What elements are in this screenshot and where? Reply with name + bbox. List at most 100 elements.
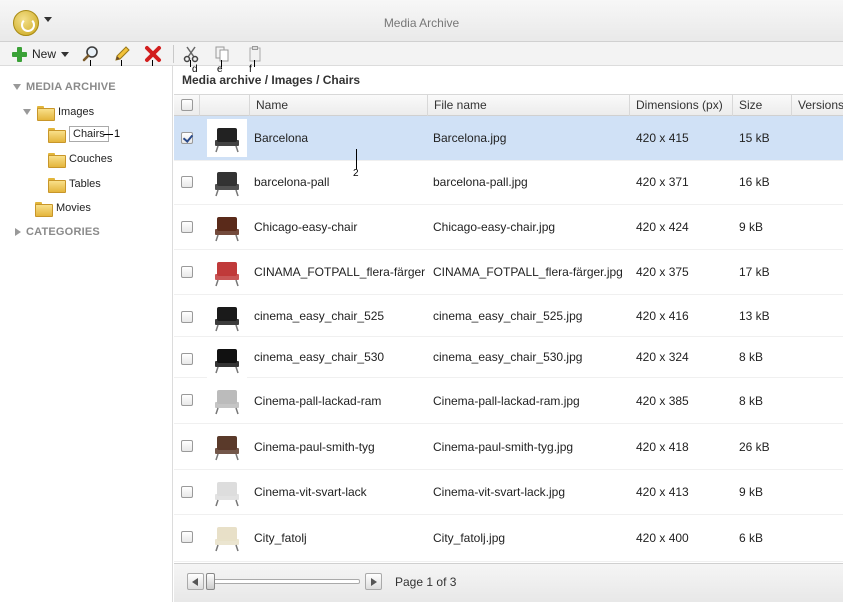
table-row[interactable]: barcelona-pall barcelona-pall.jpg 420 x 37… xyxy=(174,160,843,205)
row-checkbox[interactable] xyxy=(181,266,193,278)
table-row[interactable]: cinema_easy_chair_530 cinema_easy_chair_5… xyxy=(174,337,843,378)
table-row[interactable]: Cinema-vit-svart-lack Cinema-vit-svart-la… xyxy=(174,470,843,515)
page-total: 3 xyxy=(449,575,457,589)
table-row[interactable]: Cinema-pall-lackad-ram Cinema-pall-lackad… xyxy=(174,378,843,424)
col-header-size[interactable]: Size xyxy=(732,95,792,116)
page-slider-track[interactable] xyxy=(208,579,360,584)
col-header-versions[interactable]: Versions xyxy=(791,95,843,116)
checkbox[interactable] xyxy=(181,99,193,111)
delete-x-icon xyxy=(145,46,161,62)
checkbox[interactable] xyxy=(181,440,193,452)
cell-name: Cinema-paul-smith-tyg xyxy=(254,440,375,454)
table-row[interactable]: Chicago-easy-chair Chicago-easy-chair.jpg… xyxy=(174,205,843,250)
checkbox[interactable] xyxy=(181,266,193,278)
thumbnail-image[interactable] xyxy=(207,253,247,291)
scroll-left-button[interactable] xyxy=(187,573,204,590)
thumbnail-image[interactable] xyxy=(207,119,247,157)
callout-1: 1 xyxy=(114,128,121,140)
new-button-label: New xyxy=(32,47,57,61)
plus-icon xyxy=(12,46,27,62)
thumbnail-image[interactable] xyxy=(207,208,247,246)
cell-file-name: Barcelona.jpg xyxy=(433,131,507,145)
thumbnail-image[interactable] xyxy=(207,163,247,201)
row-checkbox[interactable] xyxy=(181,353,193,365)
row-checkbox[interactable] xyxy=(181,176,193,188)
col-thumbnail xyxy=(199,95,249,116)
cell-size: 15 kB xyxy=(739,131,770,145)
tree-item-movies[interactable]: Movies xyxy=(35,198,91,218)
cell-size: 26 kB xyxy=(739,440,770,454)
thumbnail-image[interactable] xyxy=(207,298,247,336)
row-checkbox[interactable] xyxy=(181,486,193,498)
checkbox[interactable] xyxy=(181,531,193,543)
cell-size: 8 kB xyxy=(739,350,764,364)
cell-size: 8 kB xyxy=(739,394,764,408)
table-row[interactable]: City_fatolj City_fatolj.jpg 420 x 400 6 kB xyxy=(174,515,843,562)
tree-item-label: Movies xyxy=(56,202,91,214)
chevron-down-icon xyxy=(61,51,70,57)
expand-arrow-icon[interactable] xyxy=(23,109,31,115)
row-checkbox[interactable] xyxy=(181,132,193,144)
chair-thumbnail-icon xyxy=(215,436,239,461)
tree-item-images[interactable]: Images xyxy=(23,102,94,122)
tree-section-categories[interactable]: CATEGORIES xyxy=(15,222,100,242)
row-checkbox[interactable] xyxy=(181,531,193,543)
row-checkbox[interactable] xyxy=(181,311,193,323)
checkbox[interactable] xyxy=(181,176,193,188)
cell-file-name: cinema_easy_chair_530.jpg xyxy=(433,350,583,364)
callout-line-f xyxy=(254,60,255,67)
cell-name: Cinema-pall-lackad-ram xyxy=(254,394,382,408)
callout-line-2 xyxy=(356,149,357,169)
cell-name: cinema_easy_chair_525 xyxy=(254,309,385,323)
row-checkbox[interactable] xyxy=(181,221,193,233)
select-all-checkbox[interactable] xyxy=(181,99,193,111)
tree-item-label: Tables xyxy=(69,178,101,190)
table-row[interactable]: cinema_easy_chair_525 cinema_easy_chair_5… xyxy=(174,295,843,337)
cut-button[interactable] xyxy=(181,44,201,64)
thumbnail-image[interactable] xyxy=(207,473,247,511)
checkbox[interactable] xyxy=(181,311,193,323)
checkbox[interactable] xyxy=(181,353,193,365)
tree-item-tables[interactable]: Tables xyxy=(48,174,101,194)
tree-item-chairs[interactable]: Chairs xyxy=(48,124,109,144)
thumbnail-image[interactable] xyxy=(207,518,247,556)
col-header-file-name[interactable]: File name xyxy=(427,95,629,116)
folder-icon xyxy=(37,105,55,121)
tree-section-media-archive[interactable]: MEDIA ARCHIVE xyxy=(13,77,116,97)
paste-button[interactable] xyxy=(245,44,265,64)
thumbnail-image[interactable] xyxy=(207,427,247,465)
grid-header: Name File name Dimensions (px) Size Vers… xyxy=(174,94,843,116)
expand-arrow-icon[interactable] xyxy=(13,84,21,90)
tree-item-couches[interactable]: Couches xyxy=(48,149,112,169)
checkbox[interactable] xyxy=(181,221,193,233)
callout-line-d xyxy=(190,60,191,67)
cell-file-name: Cinema-paul-smith-tyg.jpg xyxy=(433,440,574,454)
table-row[interactable]: Cinema-paul-smith-tyg Cinema-paul-smith-t… xyxy=(174,424,843,470)
expand-arrow-icon[interactable] xyxy=(15,228,21,236)
scroll-right-button[interactable] xyxy=(365,573,382,590)
checkbox[interactable] xyxy=(181,132,193,144)
thumbnail-image[interactable] xyxy=(207,381,247,419)
title-bar: Media Archive xyxy=(0,0,843,42)
edit-button[interactable] xyxy=(112,44,132,64)
search-button[interactable] xyxy=(81,44,101,64)
chair-thumbnail-icon xyxy=(215,128,239,153)
page-of: of xyxy=(436,575,447,589)
col-header-name[interactable]: Name xyxy=(249,95,427,116)
new-button[interactable]: New xyxy=(12,45,70,63)
page-slider-handle[interactable] xyxy=(206,573,215,590)
page-prefix: Page xyxy=(395,575,424,589)
copy-button[interactable] xyxy=(212,44,232,64)
checkbox[interactable] xyxy=(181,486,193,498)
table-row[interactable]: CINAMA_FOTPALL_flera-färger CINAMA_FOTPAL… xyxy=(174,250,843,295)
thumbnail-image[interactable] xyxy=(207,340,247,378)
checkbox[interactable] xyxy=(181,394,193,406)
callout-2: 2 xyxy=(353,168,359,179)
row-checkbox[interactable] xyxy=(181,440,193,452)
col-header-dimensions[interactable]: Dimensions (px) xyxy=(629,95,732,116)
chair-thumbnail-icon xyxy=(215,307,239,332)
table-row[interactable]: Barcelona Barcelona.jpg 420 x 415 15 kB xyxy=(174,116,843,161)
row-checkbox[interactable] xyxy=(181,394,193,406)
delete-button[interactable] xyxy=(143,44,163,64)
folder-icon xyxy=(48,127,66,143)
